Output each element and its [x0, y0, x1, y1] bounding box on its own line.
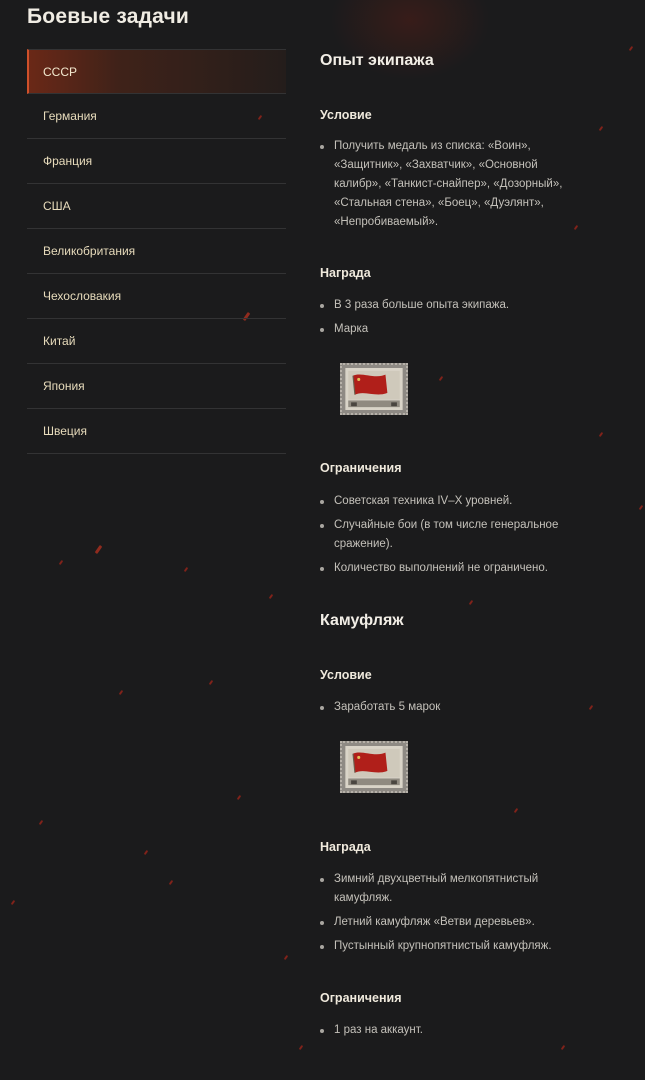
sidebar-item-label: Франция [43, 154, 93, 168]
condition-list: Получить медаль из списка: «Воин», «Защи… [320, 137, 580, 237]
sidebar-item-usa[interactable]: США [27, 184, 286, 229]
sidebar-item-label: Великобритания [43, 244, 136, 258]
list-item: Пустынный крупнопятнистый камуфляж. [320, 937, 580, 956]
condition-list: Заработать 5 марок [320, 698, 580, 722]
soviet-flag-stamp-icon [345, 746, 403, 788]
reward-heading: Награда [320, 840, 371, 854]
list-item: Советская техника IV–X уровней. [320, 492, 580, 511]
sidebar-item-ussr[interactable]: СССР [27, 49, 286, 94]
sidebar-item-label: Швеция [43, 424, 87, 438]
sidebar-item-japan[interactable]: Япония [27, 364, 286, 409]
reward-heading: Награда [320, 266, 371, 280]
sidebar-item-czechoslovakia[interactable]: Чехословакия [27, 274, 286, 319]
list-item: Летний камуфляж «Ветви деревьев». [320, 913, 580, 932]
limits-list: 1 раз на аккаунт. [320, 1021, 580, 1045]
sidebar-item-sweden[interactable]: Швеция [27, 409, 286, 454]
limits-list: Советская техника IV–X уровней. Случайны… [320, 492, 580, 583]
limits-heading: Ограничения [320, 991, 402, 1005]
list-item: В 3 раза больше опыта экипажа. [320, 296, 580, 315]
reward-list: Зимний двухцветный мелкопятнистый камуфл… [320, 870, 580, 961]
sidebar-item-label: Китай [43, 334, 76, 348]
list-item: Случайные бои (в том числе генеральное с… [320, 516, 580, 554]
list-item: Зимний двухцветный мелкопятнистый камуфл… [320, 870, 580, 908]
list-item: Количество выполнений не ограничено. [320, 559, 580, 578]
sidebar-item-label: Германия [43, 109, 97, 123]
sidebar-item-china[interactable]: Китай [27, 319, 286, 364]
list-item: Заработать 5 марок [320, 698, 580, 717]
condition-heading: Условие [320, 668, 372, 682]
limits-heading: Ограничения [320, 461, 402, 475]
reward-list: В 3 раза больше опыта экипажа. Марка [320, 296, 580, 344]
stamp-image [340, 741, 408, 793]
stamp-image [340, 363, 408, 415]
list-item: 1 раз на аккаунт. [320, 1021, 580, 1040]
nation-sidebar: СССР Германия Франция США Великобритания… [27, 49, 286, 454]
sidebar-item-label: Чехословакия [43, 289, 122, 303]
sidebar-item-uk[interactable]: Великобритания [27, 229, 286, 274]
list-item: Получить медаль из списка: «Воин», «Защи… [320, 137, 580, 232]
section-title-camouflage: Камуфляж [320, 612, 404, 629]
sidebar-item-germany[interactable]: Германия [27, 94, 286, 139]
sidebar-item-label: СССР [43, 64, 78, 79]
page-title: Боевые задачи [27, 5, 189, 28]
sidebar-item-france[interactable]: Франция [27, 139, 286, 184]
sidebar-item-label: США [43, 199, 71, 213]
condition-heading: Условие [320, 108, 372, 122]
list-item: Марка [320, 320, 580, 339]
section-title-crew-xp: Опыт экипажа [320, 52, 434, 69]
soviet-flag-stamp-icon [345, 368, 403, 410]
sidebar-item-label: Япония [43, 379, 85, 393]
